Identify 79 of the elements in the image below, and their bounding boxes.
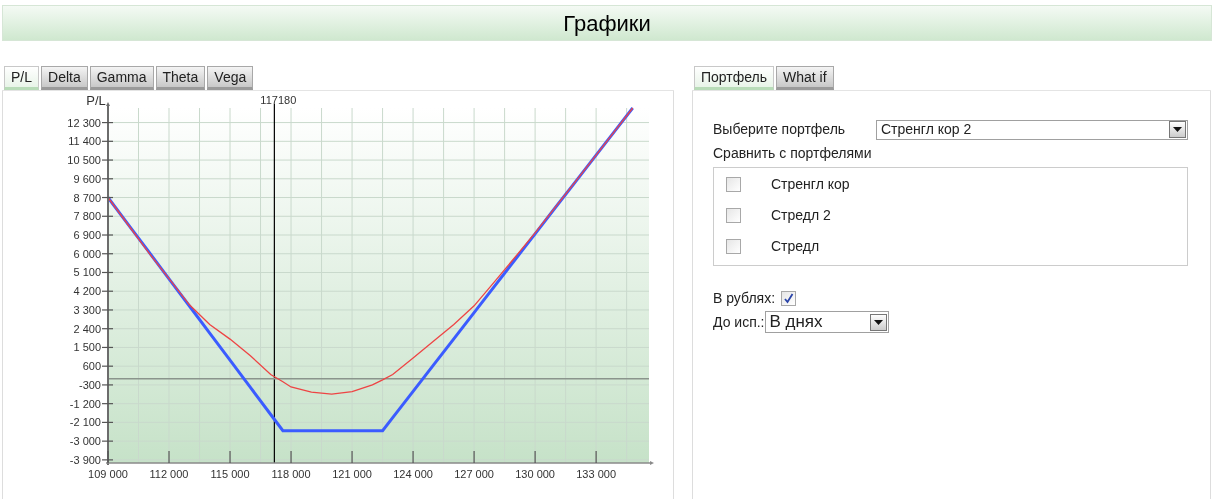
- y-axis-title: P/L: [86, 93, 106, 108]
- tick-mark: [412, 450, 414, 464]
- tick-mark: [101, 178, 114, 180]
- tick-mark: [101, 403, 114, 405]
- y-tick-label: 9 600: [73, 172, 101, 185]
- x-tick-label: 118 000: [271, 468, 311, 480]
- x-tick-label: 121 000: [332, 468, 372, 480]
- y-tick-label: 600: [82, 360, 101, 373]
- tick-mark: [101, 215, 114, 217]
- checkbox[interactable]: [726, 177, 741, 192]
- y-tick-label: 6 000: [73, 247, 101, 260]
- tick-mark: [101, 421, 114, 423]
- checkbox[interactable]: [781, 291, 797, 306]
- tick-mark: [101, 121, 114, 124]
- tick-mark: [101, 384, 114, 386]
- tab[interactable]: What if: [776, 66, 834, 90]
- tick-mark: [473, 450, 475, 464]
- y-tick-label: 11 400: [68, 135, 101, 148]
- y-tick-label: 3 300: [73, 303, 101, 316]
- y-tick-label: 6 900: [73, 229, 101, 241]
- y-tick-label: 5 100: [73, 266, 101, 279]
- y-tick-label: 7 800: [73, 210, 101, 223]
- tick-mark: [229, 450, 231, 464]
- checkbox-label: Стренгл кор: [771, 175, 850, 194]
- dropdown-caret-icon: [869, 313, 887, 331]
- checkbox[interactable]: [726, 208, 741, 223]
- y-tick-label: 4 200: [73, 285, 101, 298]
- y-tick-label: -3 000: [69, 435, 101, 448]
- checkbox[interactable]: [726, 239, 741, 254]
- x-tick-label: 124 000: [393, 468, 433, 480]
- tick-mark: [101, 290, 114, 292]
- tick-mark: [101, 346, 114, 349]
- checkbox-label: В рублях:: [713, 289, 776, 308]
- tick-mark: [101, 159, 114, 161]
- tick-mark: [534, 450, 536, 464]
- tick-mark: [101, 253, 114, 255]
- dropdown-caret-icon: [1169, 121, 1186, 138]
- tick-mark: [101, 196, 114, 199]
- tick-mark: [101, 440, 114, 442]
- tick-mark: [101, 309, 114, 311]
- tick-mark: [101, 140, 114, 142]
- x-tick-label: 130 000: [515, 468, 555, 480]
- field-label: Выберите портфель: [713, 120, 847, 139]
- x-tick-label: 127 000: [454, 468, 494, 480]
- y-tick-label: 2 400: [73, 322, 101, 335]
- y-tick-label: 8 700: [73, 191, 101, 204]
- checkbox-label: Стредл: [771, 237, 820, 256]
- tick-mark: [101, 234, 114, 236]
- x-tick-label: 109 000: [88, 468, 128, 480]
- y-tick-label: -3 900: [69, 453, 101, 466]
- y-tick-label: 12 300: [67, 116, 101, 129]
- expiry-dropdown[interactable]: В днях: [764, 311, 889, 333]
- y-tick-label: 10 500: [67, 154, 101, 167]
- tick-mark: [101, 271, 114, 274]
- tab[interactable]: Delta: [41, 66, 88, 90]
- tick-mark: [290, 450, 292, 464]
- y-tick-label: -300: [78, 378, 101, 391]
- tab[interactable]: Портфель: [694, 66, 775, 90]
- tick-mark: [101, 328, 114, 330]
- tab[interactable]: Gamma: [89, 66, 154, 90]
- tab[interactable]: Vega: [207, 66, 254, 90]
- tick-mark: [595, 450, 597, 464]
- y-tick-label: 1 500: [73, 341, 101, 354]
- tab[interactable]: Theta: [155, 66, 206, 90]
- y-tick-label: -1 200: [69, 397, 101, 410]
- checkbox-label: Стредл 2: [771, 206, 831, 225]
- tab[interactable]: P/L: [4, 66, 39, 90]
- tick-mark: [168, 450, 170, 464]
- portfolio-dropdown[interactable]: Стренгл кор 2: [876, 119, 1188, 140]
- x-tick-label: 112 000: [149, 468, 189, 480]
- y-tick-label: -2 100: [69, 416, 101, 429]
- field-label: До исп.:: [713, 312, 765, 332]
- tick-mark: [101, 365, 114, 367]
- tick-mark: [351, 450, 353, 464]
- x-tick-label: 133 000: [576, 468, 616, 480]
- x-tick-label: 115 000: [210, 468, 250, 480]
- section-label: Сравнить с портфелями: [713, 144, 873, 163]
- marker-label: 117180: [260, 94, 297, 106]
- page-header: Графики: [2, 5, 1212, 41]
